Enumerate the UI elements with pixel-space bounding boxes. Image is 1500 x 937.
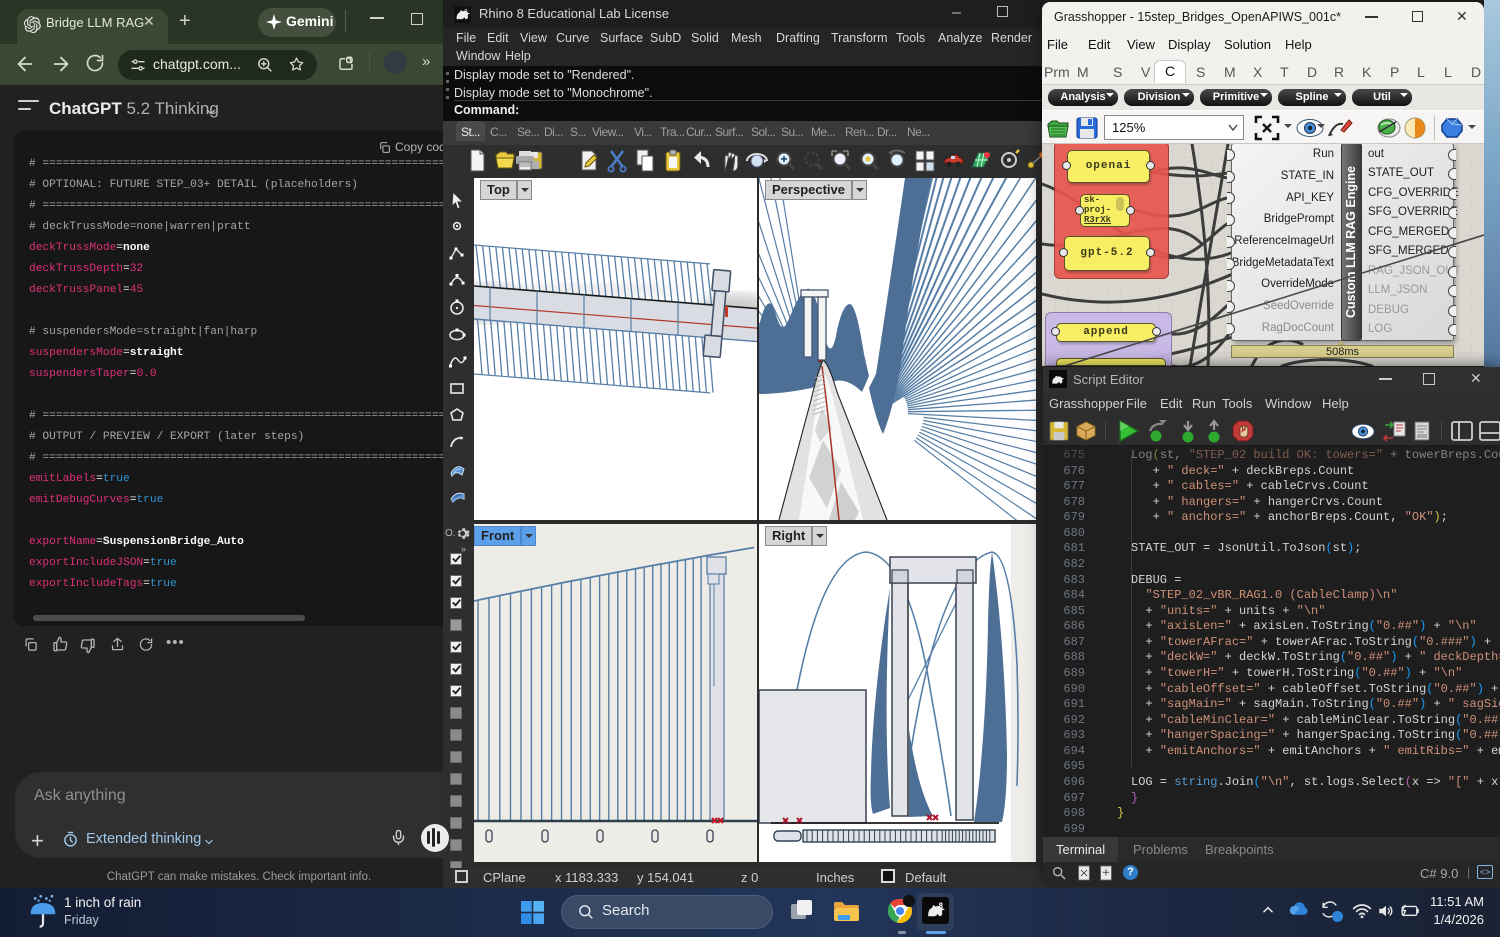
svg-text:8: 8: [939, 901, 944, 910]
